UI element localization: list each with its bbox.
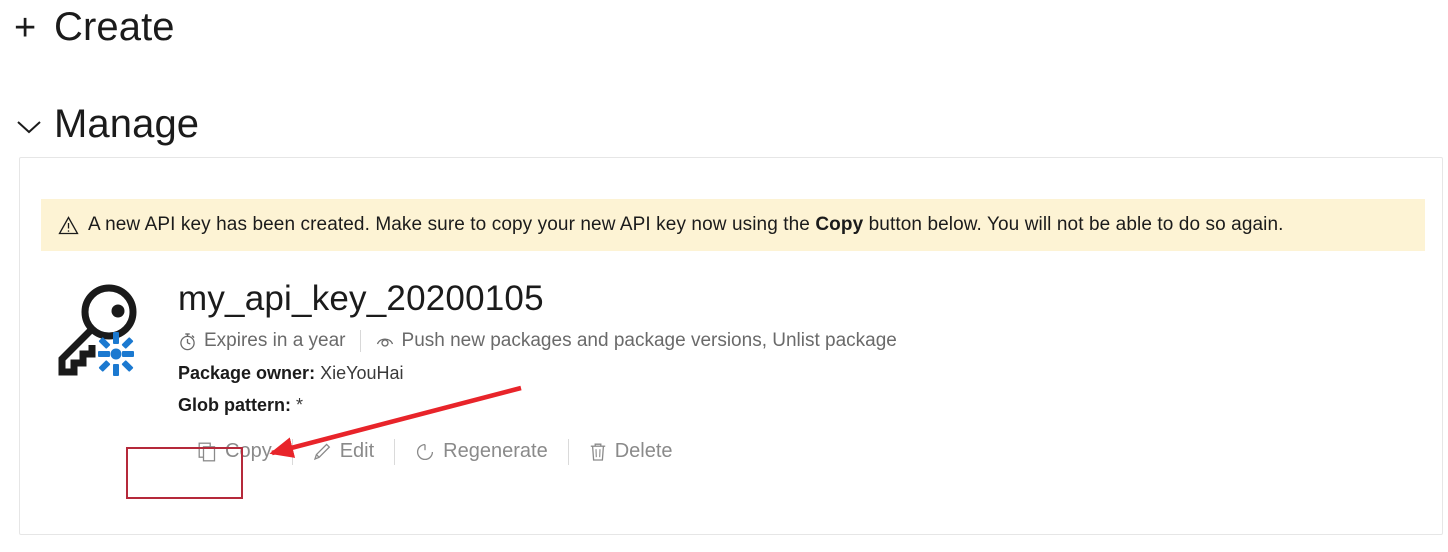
api-key-scopes-label: Push new packages and package versions, … <box>401 330 897 351</box>
copy-icon <box>198 442 217 462</box>
package-owner-value: XieYouHai <box>320 363 404 383</box>
delete-button[interactable]: Delete <box>579 433 683 470</box>
nav-create-label: Create <box>54 5 175 49</box>
edit-button[interactable]: Edit <box>303 433 384 470</box>
trash-icon <box>589 442 607 462</box>
glob-pattern-line: Glob pattern: * <box>178 395 1432 416</box>
api-key-body: my_api_key_20200105 Expires in a year Pu… <box>178 276 1432 470</box>
package-owner-line: Package owner: XieYouHai <box>178 363 1432 384</box>
api-key-icon <box>54 284 146 380</box>
meta-divider <box>359 330 361 352</box>
copy-button[interactable]: Copy <box>188 433 282 470</box>
copy-button-label: Copy <box>225 440 272 463</box>
pencil-icon <box>313 442 332 462</box>
api-key-expiry-label: Expires in a year <box>204 330 346 351</box>
warning-triangle-icon <box>58 215 79 236</box>
api-key-action-toolbar: Copy Edit Regenerate Delete <box>188 433 1432 470</box>
api-key-scopes: Push new packages and package versions, … <box>375 330 897 352</box>
api-key-entry: my_api_key_20200105 Expires in a year Pu… <box>41 276 1432 470</box>
api-key-expiry: Expires in a year <box>178 330 346 352</box>
api-key-title: my_api_key_20200105 <box>178 279 544 318</box>
api-key-panel: A new API key has been created. Make sur… <box>19 157 1443 535</box>
api-key-meta-row: Expires in a year Push new packages and … <box>178 330 1432 352</box>
warning-emphasis: Copy <box>815 214 864 235</box>
nav-create-link[interactable]: + Create <box>14 5 175 50</box>
chevron-down-icon <box>14 105 54 145</box>
action-divider <box>567 438 569 465</box>
plus-icon: + <box>14 6 37 49</box>
warning-text-before: A new API key has been created. Make sur… <box>88 214 816 235</box>
eye-icon <box>375 333 395 349</box>
warning-banner: A new API key has been created. Make sur… <box>41 199 1425 251</box>
warning-text-after: button below. You will not be able to do… <box>863 214 1284 235</box>
stopwatch-icon <box>178 332 197 351</box>
glob-pattern-value: * <box>296 394 304 415</box>
glob-pattern-label: Glob pattern: <box>178 394 291 415</box>
edit-button-label: Edit <box>339 440 375 463</box>
regenerate-button-label: Regenerate <box>443 440 548 463</box>
warning-message: A new API key has been created. Make sur… <box>88 214 1284 236</box>
nav-manage-link[interactable]: Manage <box>14 102 199 147</box>
action-divider <box>394 438 396 465</box>
package-owner-label: Package owner: <box>178 363 316 383</box>
nav-manage-label: Manage <box>54 102 200 146</box>
delete-button-label: Delete <box>614 440 673 463</box>
refresh-icon <box>415 442 435 462</box>
regenerate-button[interactable]: Regenerate <box>405 433 558 470</box>
action-divider <box>291 438 293 465</box>
